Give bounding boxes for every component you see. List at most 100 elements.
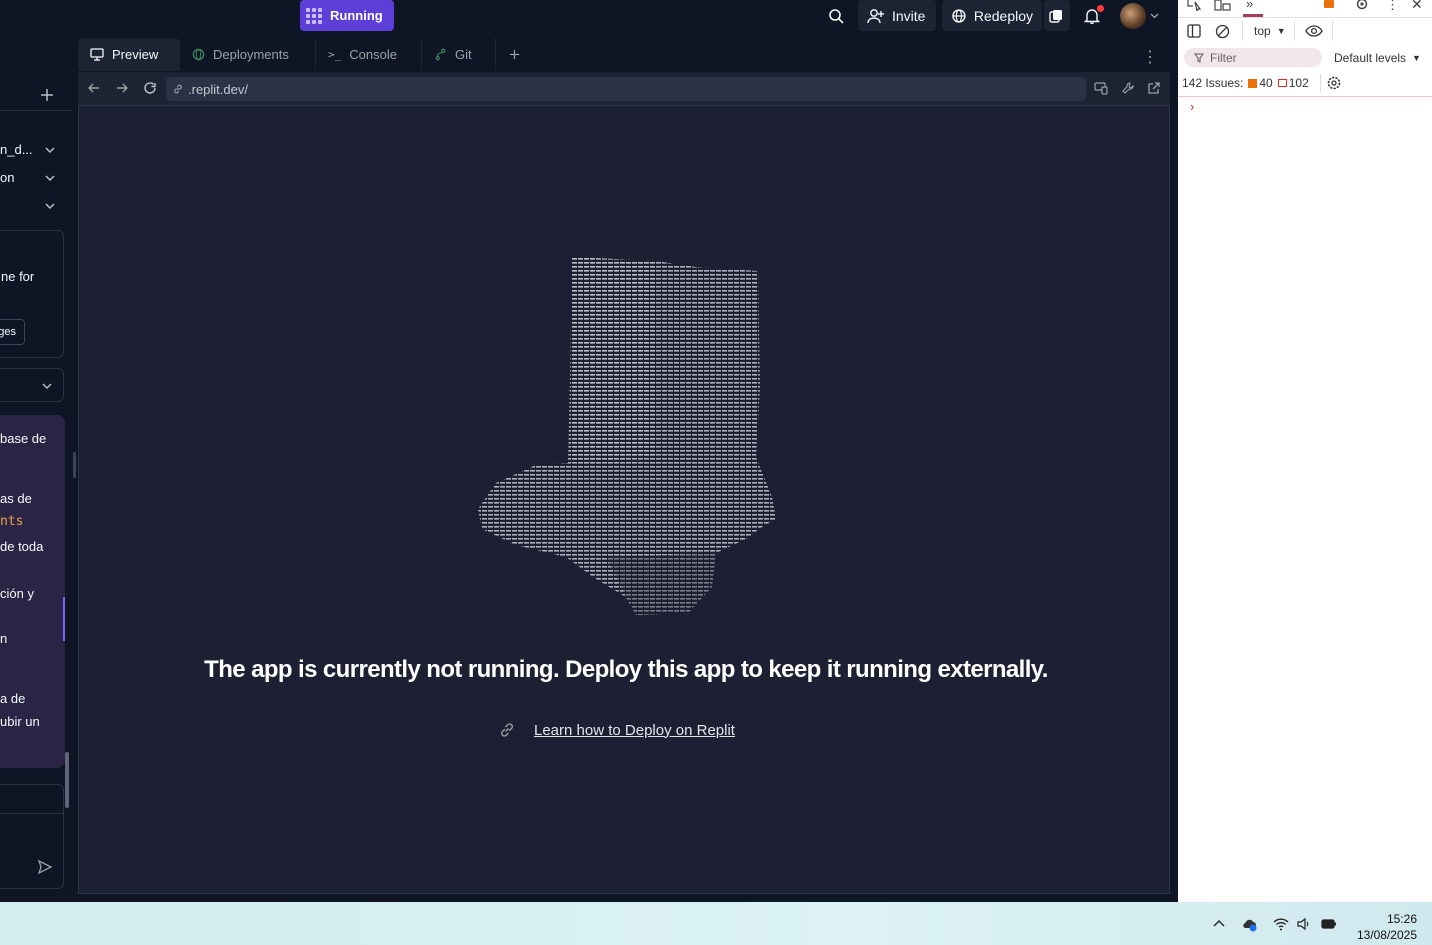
context-selector[interactable]: top ▼ bbox=[1254, 24, 1286, 38]
send-icon[interactable] bbox=[37, 859, 53, 875]
url-field[interactable]: .replit.dev/ bbox=[166, 77, 1086, 101]
message-line: de toda bbox=[0, 539, 44, 554]
tab-git[interactable]: Git bbox=[422, 38, 496, 71]
divider bbox=[1332, 21, 1333, 41]
close-icon[interactable]: ✕ bbox=[1411, 0, 1423, 13]
panel-row-label: on bbox=[0, 170, 15, 185]
filter-placeholder: Filter bbox=[1210, 50, 1237, 65]
divider bbox=[1294, 21, 1295, 41]
link-icon bbox=[174, 84, 182, 94]
inspect-element-icon[interactable] bbox=[1187, 0, 1203, 11]
globe-icon bbox=[192, 48, 205, 61]
deploy-options-button[interactable] bbox=[1044, 0, 1070, 31]
message-line: n bbox=[0, 631, 8, 646]
card-text: ne for bbox=[1, 269, 35, 284]
more-options-icon[interactable]: ⋮ bbox=[1142, 47, 1158, 67]
search-button[interactable] bbox=[828, 0, 846, 31]
changes-button[interactable]: ges bbox=[0, 319, 25, 345]
external-link-icon[interactable] bbox=[1147, 81, 1161, 95]
redeploy-label: Redeploy bbox=[973, 7, 1033, 24]
issues-counter[interactable]: 142 Issues: 40 102 bbox=[1182, 76, 1309, 90]
plus-icon[interactable] bbox=[40, 88, 54, 102]
back-arrow-icon[interactable] bbox=[87, 81, 101, 95]
add-user-icon bbox=[867, 8, 884, 23]
reload-icon[interactable] bbox=[143, 81, 157, 95]
issues-label: 142 Issues: bbox=[1182, 76, 1244, 90]
windows-taskbar: 15:26 13/08/2025 bbox=[0, 902, 1432, 945]
warning-flag-icon bbox=[1248, 78, 1258, 88]
device-toolbar-icon[interactable] bbox=[1214, 0, 1231, 11]
chevron-down-icon bbox=[1150, 13, 1159, 18]
notification-dot bbox=[1097, 5, 1104, 12]
ascii-art-illustration bbox=[478, 257, 776, 615]
deploy-docs-link-row: Learn how to Deploy on Replit bbox=[498, 721, 735, 739]
divider bbox=[0, 110, 72, 111]
clear-console-icon[interactable] bbox=[1215, 24, 1230, 39]
divider bbox=[1178, 96, 1432, 97]
link-icon bbox=[501, 723, 513, 737]
globe-icon bbox=[952, 8, 966, 23]
search-icon bbox=[829, 8, 844, 24]
divider bbox=[0, 813, 65, 814]
run-button[interactable]: Running bbox=[300, 0, 394, 31]
plus-icon bbox=[509, 49, 519, 60]
tab-console[interactable]: >_ Console bbox=[316, 38, 422, 71]
gear-icon[interactable] bbox=[1354, 0, 1370, 11]
devtools-panel: » ⋮ ✕ top ▼ Filter Default levels ▼ 142 … bbox=[1178, 0, 1432, 902]
chevron-down-icon[interactable] bbox=[44, 144, 56, 156]
invite-button[interactable]: Invite bbox=[858, 0, 936, 31]
message-line: a de bbox=[0, 691, 26, 706]
collapsed-section[interactable] bbox=[0, 368, 64, 402]
sidebar-toggle-icon[interactable] bbox=[1187, 24, 1202, 38]
avatar bbox=[1120, 2, 1146, 29]
console-prompt-icon[interactable]: › bbox=[1190, 99, 1194, 114]
tab-label: Preview bbox=[112, 47, 159, 62]
agent-message: base de as de nts de toda ción y n a de … bbox=[0, 415, 65, 768]
speaker-icon[interactable] bbox=[1296, 916, 1312, 932]
eye-icon[interactable] bbox=[1305, 25, 1323, 37]
kebab-menu-icon[interactable]: ⋮ bbox=[1386, 0, 1399, 13]
tab-deployments[interactable]: Deployments bbox=[180, 38, 316, 71]
context-label: top bbox=[1254, 24, 1271, 38]
info-count-value: 102 bbox=[1288, 76, 1309, 90]
log-levels-dropdown[interactable]: Default levels ▼ bbox=[1334, 51, 1421, 65]
resize-handle[interactable] bbox=[73, 452, 76, 478]
battery-icon[interactable] bbox=[1321, 916, 1337, 932]
scroll-indicator bbox=[63, 597, 65, 641]
learn-deploy-link[interactable]: Learn how to Deploy on Replit bbox=[534, 722, 735, 739]
git-branch-icon bbox=[435, 48, 446, 61]
message-icon bbox=[1277, 79, 1287, 87]
devices-icon[interactable] bbox=[1094, 81, 1108, 95]
account-menu[interactable] bbox=[1120, 0, 1162, 31]
tab-bar: Preview Deployments >_ Console Git ⋮ bbox=[78, 38, 1170, 71]
chevron-down-icon bbox=[42, 383, 52, 389]
forward-arrow-icon[interactable] bbox=[115, 81, 129, 95]
warning-badge[interactable] bbox=[1324, 0, 1334, 8]
tab-preview[interactable]: Preview bbox=[78, 38, 180, 71]
redeploy-button[interactable]: Redeploy bbox=[942, 0, 1042, 31]
run-icon bbox=[306, 7, 322, 24]
message-line: base de bbox=[0, 431, 47, 446]
filter-icon bbox=[1194, 53, 1204, 63]
wrench-icon[interactable] bbox=[1121, 81, 1135, 95]
scrollbar-thumb[interactable] bbox=[65, 752, 69, 808]
clock-date: 13/08/2025 bbox=[1356, 928, 1417, 942]
chat-input[interactable] bbox=[0, 784, 65, 889]
changes-label: ges bbox=[0, 326, 16, 338]
chevron-down-icon[interactable] bbox=[44, 200, 56, 212]
cloud-icon[interactable] bbox=[1241, 916, 1257, 932]
new-tab-button[interactable] bbox=[496, 38, 532, 71]
notifications-button[interactable] bbox=[1084, 0, 1104, 31]
tab-label: Git bbox=[455, 47, 472, 62]
more-tabs-icon[interactable]: » bbox=[1246, 0, 1253, 11]
run-button-label: Running bbox=[330, 8, 383, 23]
gear-icon[interactable] bbox=[1326, 75, 1342, 91]
chevron-down-icon[interactable] bbox=[44, 172, 56, 184]
chevron-up-icon[interactable] bbox=[1211, 916, 1227, 932]
system-clock[interactable]: 15:26 13/08/2025 bbox=[1357, 911, 1417, 943]
console-filter-input[interactable]: Filter bbox=[1184, 48, 1322, 67]
message-line: ción y bbox=[0, 586, 34, 601]
wifi-icon[interactable] bbox=[1273, 916, 1289, 932]
not-running-message: The app is currently not running. Deploy… bbox=[204, 656, 1048, 683]
divider bbox=[1242, 21, 1243, 41]
